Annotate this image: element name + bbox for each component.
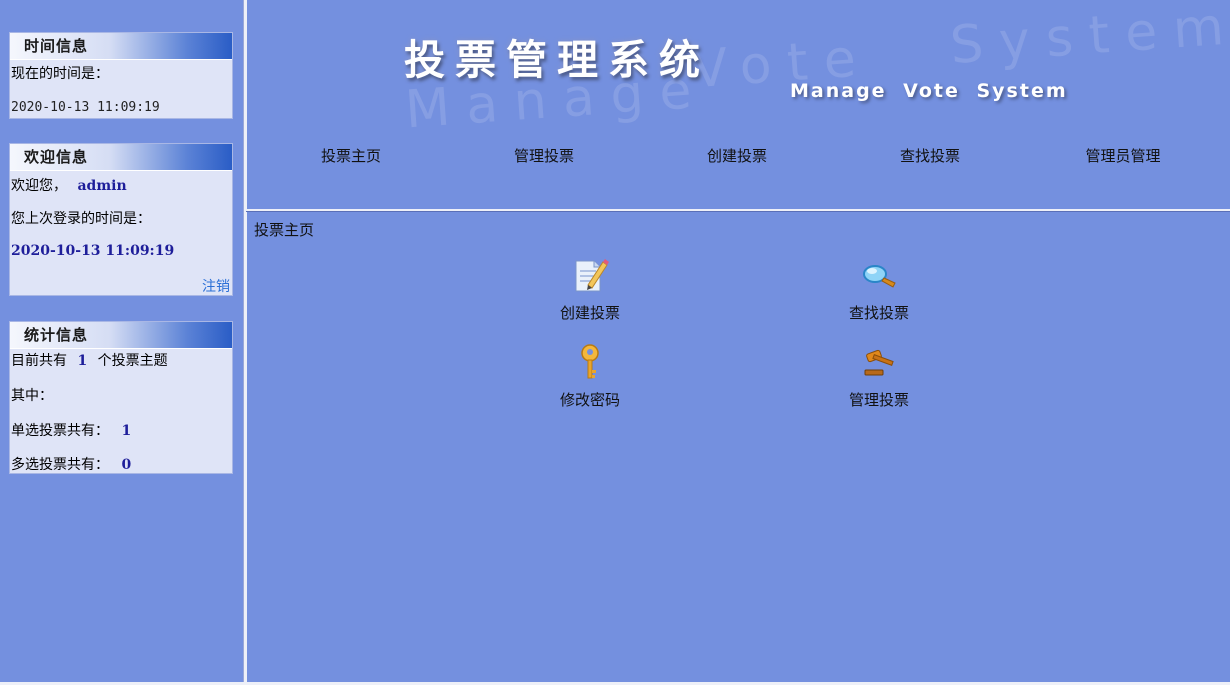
- total-suffix: 个投票主题: [97, 353, 168, 369]
- header-watermark-right: System: [948, 0, 1230, 77]
- magnifier-icon: [863, 265, 896, 288]
- change-password-tile[interactable]: 修改密码: [530, 342, 650, 410]
- key-icon: [581, 344, 599, 379]
- frame-divider-horizontal: [246, 209, 1230, 212]
- change-password-tile-label: 修改密码: [559, 391, 620, 409]
- single-vote-line: 单选投票共有： 1: [11, 420, 131, 440]
- welcome-greeting: 欢迎您，: [11, 178, 67, 194]
- welcome-username: admin: [77, 178, 127, 194]
- nav-item-create-vote[interactable]: 创建投票: [657, 145, 817, 166]
- gavel-icon: [864, 349, 894, 376]
- manage-votes-tile-label: 管理投票: [848, 391, 909, 409]
- time-info-title: 时间信息: [10, 33, 232, 60]
- stats-info-title: 统计信息: [10, 322, 232, 349]
- logout-link[interactable]: 注销: [202, 276, 230, 296]
- last-login-label: 您上次登录的时间是：: [11, 211, 151, 227]
- multi-vote-line: 多选投票共有： 0: [11, 454, 131, 474]
- site-subtitle: Manage Vote System: [790, 80, 1068, 102]
- pencil-note-icon: [575, 259, 609, 292]
- welcome-line: 欢迎您， admin: [11, 175, 127, 195]
- create-vote-tile-label: 创建投票: [559, 304, 620, 322]
- total-topics-line: 目前共有 1 个投票主题: [11, 350, 168, 370]
- find-vote-tile[interactable]: 查找投票: [819, 255, 939, 323]
- multi-vote-count: 0: [121, 457, 132, 473]
- stats-info-panel: 统计信息 目前共有 1 个投票主题 其中： 单选投票共有： 1 多选投票共有： …: [9, 321, 233, 474]
- manage-votes-tile[interactable]: 管理投票: [819, 342, 939, 410]
- welcome-info-panel: 欢迎信息 欢迎您， admin 您上次登录的时间是： 2020-10-13 11…: [9, 143, 233, 296]
- total-prefix: 目前共有: [11, 353, 67, 369]
- single-vote-label: 单选投票共有：: [11, 423, 109, 439]
- app-window: 时间信息 现在的时间是： 2020-10-13 11:09:19 欢迎信息 欢迎…: [0, 0, 1230, 685]
- single-vote-count: 1: [121, 423, 132, 439]
- last-login-value: 2020-10-13 11:09:19: [11, 243, 175, 259]
- welcome-info-title: 欢迎信息: [10, 144, 232, 171]
- create-vote-tile[interactable]: 创建投票: [530, 255, 650, 323]
- site-title: 投票管理系统: [404, 36, 710, 84]
- frame-divider-vertical: [243, 0, 247, 682]
- nav-item-vote-home[interactable]: 投票主页: [271, 145, 431, 166]
- breadcrumb: 投票主页: [254, 221, 315, 239]
- current-time-value: 2020-10-13 11:09:19: [11, 100, 160, 115]
- current-time-label: 现在的时间是：: [11, 66, 109, 82]
- among-label: 其中：: [11, 388, 53, 404]
- nav-item-manage-votes[interactable]: 管理投票: [464, 145, 624, 166]
- multi-vote-label: 多选投票共有：: [11, 457, 109, 473]
- find-vote-tile-label: 查找投票: [848, 304, 909, 322]
- top-nav: 投票主页 管理投票 创建投票 查找投票 管理员管理: [246, 145, 1230, 165]
- total-count: 1: [77, 353, 88, 369]
- nav-item-admin-manage[interactable]: 管理员管理: [1043, 145, 1203, 166]
- time-info-panel: 时间信息 现在的时间是： 2020-10-13 11:09:19: [9, 32, 233, 119]
- nav-item-find-vote[interactable]: 查找投票: [850, 145, 1010, 166]
